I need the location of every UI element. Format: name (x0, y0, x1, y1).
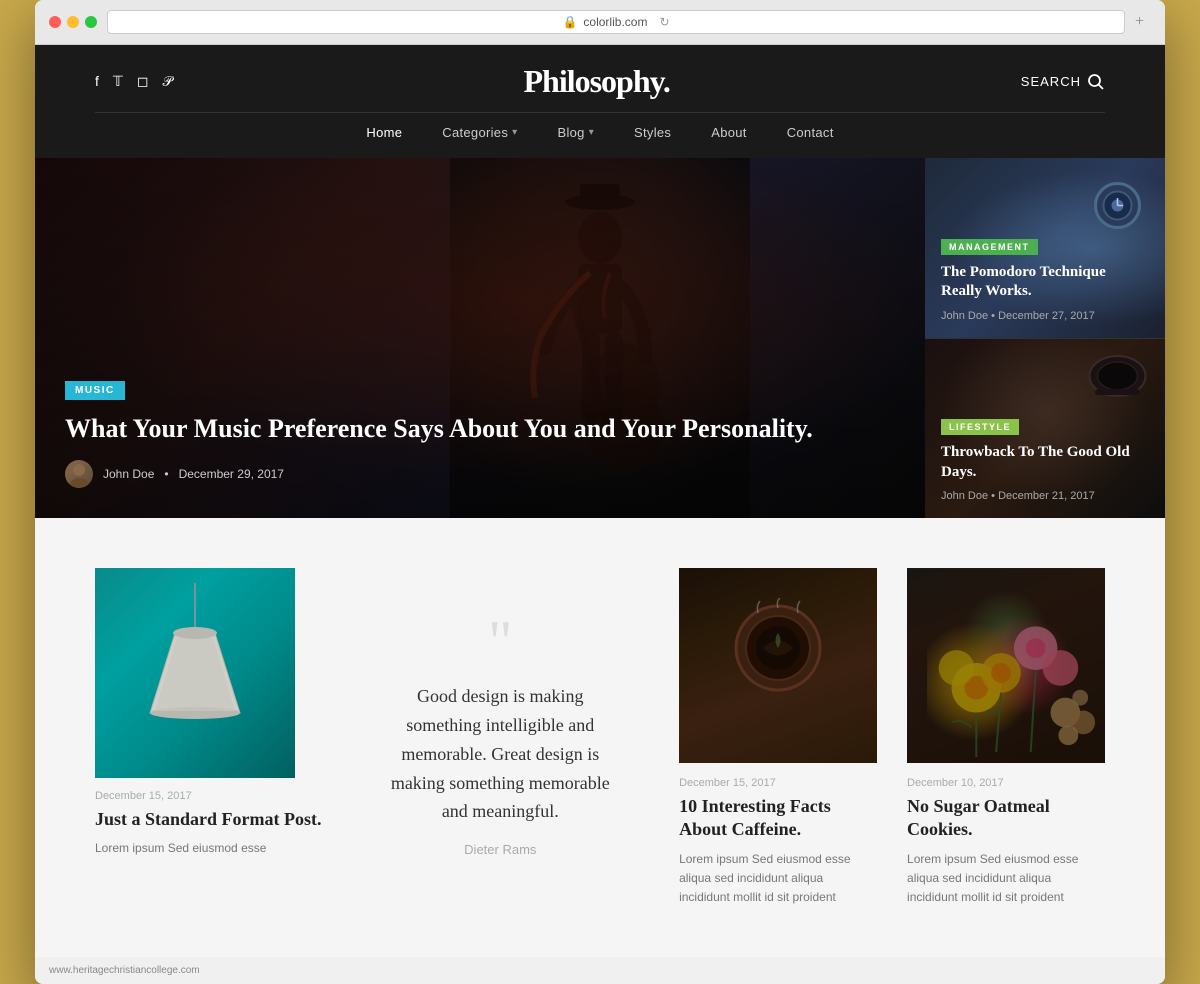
author-name: John Doe (103, 467, 154, 481)
cookies-post-title: No Sugar Oatmeal Cookies. (907, 795, 1105, 842)
maximize-button[interactable] (85, 16, 97, 28)
coffee-image (679, 568, 877, 763)
close-button[interactable] (49, 16, 61, 28)
search-button[interactable]: SEARCH (1021, 73, 1105, 91)
quote-text: Good design is making something intellig… (382, 682, 620, 826)
main-content: December 15, 2017 Just a Standard Format… (35, 518, 1165, 957)
card-meta: John Doe • December 21, 2017 (941, 490, 1149, 502)
coffee-cup-icon (728, 598, 828, 733)
site-logo[interactable]: Philosophy. (523, 63, 669, 100)
header-top: f 𝕋 ◻ 𝒫 Philosophy. SEARCH (95, 63, 1105, 112)
card-author: John Doe (941, 490, 988, 502)
site-header: f 𝕋 ◻ 𝒫 Philosophy. SEARCH (35, 45, 1165, 158)
card-content: MANAGEMENT The Pomodoro Technique Really… (941, 237, 1149, 322)
hero-section: MUSIC What Your Music Preference Says Ab… (35, 158, 1165, 518)
caffeine-post-excerpt: Lorem ipsum Sed eiusmod esse aliqua sed … (679, 850, 877, 908)
chevron-down-icon: ▾ (589, 127, 594, 138)
cookies-post-excerpt: Lorem ipsum Sed eiusmod esse aliqua sed … (907, 850, 1105, 908)
hero-title: What Your Music Preference Says About Yo… (65, 412, 895, 446)
sidebar-card-lifestyle[interactable]: LIFESTYLE Throwback To The Good Old Days… (925, 338, 1165, 519)
sidebar-card-management[interactable]: MANAGEMENT The Pomodoro Technique Really… (925, 158, 1165, 338)
reload-icon[interactable]: ↻ (659, 15, 669, 29)
article-date: December 29, 2017 (179, 467, 284, 481)
quote-author: Dieter Rams (464, 842, 536, 857)
cookies-post-date: December 10, 2017 (907, 777, 1105, 789)
nav-about[interactable]: About (711, 125, 746, 140)
card-author: John Doe (941, 310, 988, 322)
card-title: The Pomodoro Technique Really Works. (941, 263, 1149, 302)
footer-url: www.heritagechristiancollege.com (49, 965, 200, 976)
coffee-svg (728, 598, 828, 728)
lamp-image (95, 568, 295, 778)
quote-marks: " (488, 618, 513, 666)
new-tab-button[interactable]: + (1135, 14, 1151, 30)
hero-sidebar: MANAGEMENT The Pomodoro Technique Really… (925, 158, 1165, 518)
url-text: colorlib.com (583, 15, 647, 29)
author-avatar (65, 460, 93, 488)
card-meta: John Doe • December 27, 2017 (941, 310, 1149, 322)
card-date: December 27, 2017 (998, 310, 1095, 322)
card-tag: LIFESTYLE (941, 419, 1019, 435)
nav-home[interactable]: Home (366, 125, 402, 140)
website: f 𝕋 ◻ 𝒫 Philosophy. SEARCH (35, 45, 1165, 984)
device-svg (1090, 178, 1145, 233)
traffic-lights (49, 16, 97, 28)
search-label: SEARCH (1021, 74, 1081, 89)
address-bar[interactable]: 🔒 colorlib.com ↻ (107, 10, 1125, 34)
pinterest-icon[interactable]: 𝒫 (162, 73, 172, 90)
lamp-svg (135, 583, 255, 763)
quote-card: " Good design is making something intell… (352, 568, 650, 907)
lock-icon: 🔒 (562, 15, 577, 29)
flowers-svg (907, 568, 1105, 763)
social-icons: f 𝕋 ◻ 𝒫 (95, 73, 173, 90)
hero-author: John Doe • December 29, 2017 (65, 460, 895, 488)
flowers-image (907, 568, 1105, 763)
hero-content: MUSIC What Your Music Preference Says Ab… (65, 380, 895, 488)
search-icon (1087, 73, 1105, 91)
caffeine-post-title: 10 Interesting Facts About Caffeine. (679, 795, 877, 842)
twitter-icon[interactable]: 𝕋 (113, 73, 123, 90)
nav-blog[interactable]: Blog ▾ (557, 125, 594, 140)
card-content: LIFESTYLE Throwback To The Good Old Days… (941, 417, 1149, 502)
dot-separator: • (164, 467, 168, 481)
helmet-svg (1085, 354, 1150, 404)
lamp-post-title: Just a Standard Format Post. (95, 808, 322, 831)
chevron-down-icon: ▾ (512, 127, 517, 138)
cookies-post-card[interactable]: December 10, 2017 No Sugar Oatmeal Cooki… (907, 568, 1105, 907)
caffeine-post-date: December 15, 2017 (679, 777, 877, 789)
footer-bar: www.heritagechristiancollege.com (35, 957, 1165, 984)
lamp-post-card[interactable]: December 15, 2017 Just a Standard Format… (95, 568, 322, 907)
card-date: December 21, 2017 (998, 490, 1095, 502)
main-nav: Home Categories ▾ Blog ▾ Styles About Co… (95, 112, 1105, 140)
nav-contact[interactable]: Contact (787, 125, 834, 140)
lamp-post-date: December 15, 2017 (95, 790, 322, 802)
featured-article[interactable]: MUSIC What Your Music Preference Says Ab… (35, 158, 925, 518)
helmet-icon (1085, 354, 1150, 409)
posts-row: December 15, 2017 Just a Standard Format… (95, 568, 1105, 907)
lamp-svg-container (95, 568, 295, 778)
browser-window: 🔒 colorlib.com ↻ + f 𝕋 ◻ 𝒫 Philosophy. (35, 0, 1165, 984)
card-title: Throwback To The Good Old Days. (941, 443, 1149, 482)
caffeine-post-card[interactable]: December 15, 2017 10 Interesting Facts A… (679, 568, 877, 907)
avatar-image (65, 460, 93, 488)
nav-styles[interactable]: Styles (634, 125, 671, 140)
minimize-button[interactable] (67, 16, 79, 28)
music-tag: MUSIC (65, 381, 125, 400)
browser-chrome: 🔒 colorlib.com ↻ + (35, 0, 1165, 45)
card-tag: MANAGEMENT (941, 239, 1038, 255)
watch-icon (1090, 178, 1145, 238)
facebook-icon[interactable]: f (95, 73, 99, 90)
instagram-icon[interactable]: ◻ (137, 73, 149, 90)
nav-categories[interactable]: Categories ▾ (442, 125, 517, 140)
lamp-post-excerpt: Lorem ipsum Sed eiusmod esse (95, 839, 322, 858)
